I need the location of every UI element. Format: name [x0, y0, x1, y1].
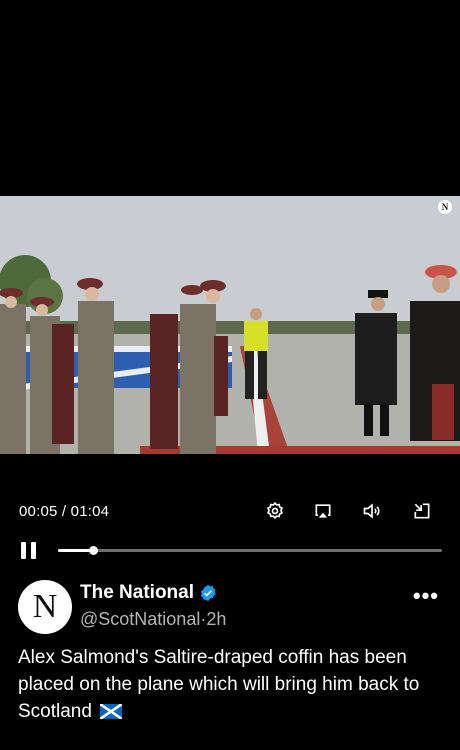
- video-player-page: N 00:05 / 01:04 N The National @ScotNati…: [0, 0, 460, 750]
- progress-fill: [58, 549, 94, 552]
- video-frame[interactable]: N: [0, 196, 460, 454]
- speaker-icon[interactable]: [362, 501, 382, 521]
- scotland-flag-icon: [100, 704, 123, 719]
- duration: 01:04: [70, 503, 110, 520]
- current-time: 00:05: [19, 503, 58, 520]
- scrubber-handle[interactable]: [89, 546, 99, 555]
- verified-badge-icon: [200, 584, 216, 602]
- video-controls-bar: 00:05 / 01:04: [0, 498, 460, 524]
- display-name[interactable]: The National: [80, 582, 194, 604]
- gear-icon[interactable]: [265, 501, 285, 521]
- video-scene: [0, 196, 460, 454]
- channel-watermark: N: [438, 200, 452, 214]
- progress-track[interactable]: [58, 546, 442, 555]
- handle-row: @ScotNational·2h: [80, 609, 226, 630]
- avatar[interactable]: N: [18, 580, 72, 634]
- more-options-button[interactable]: •••: [413, 583, 439, 609]
- time-separator: /: [57, 503, 71, 520]
- author-name-row: The National: [80, 582, 217, 604]
- time-readout: 00:05 / 01:04: [19, 503, 109, 520]
- handle[interactable]: @ScotNational: [80, 609, 200, 629]
- post-body: Alex Salmond's Saltire-draped coffin has…: [18, 647, 420, 722]
- post-text: Alex Salmond's Saltire-draped coffin has…: [18, 644, 438, 725]
- minimize-icon[interactable]: [412, 501, 432, 521]
- airplay-icon[interactable]: [313, 501, 333, 521]
- pause-icon[interactable]: [19, 540, 39, 560]
- post-age: 2h: [206, 609, 227, 629]
